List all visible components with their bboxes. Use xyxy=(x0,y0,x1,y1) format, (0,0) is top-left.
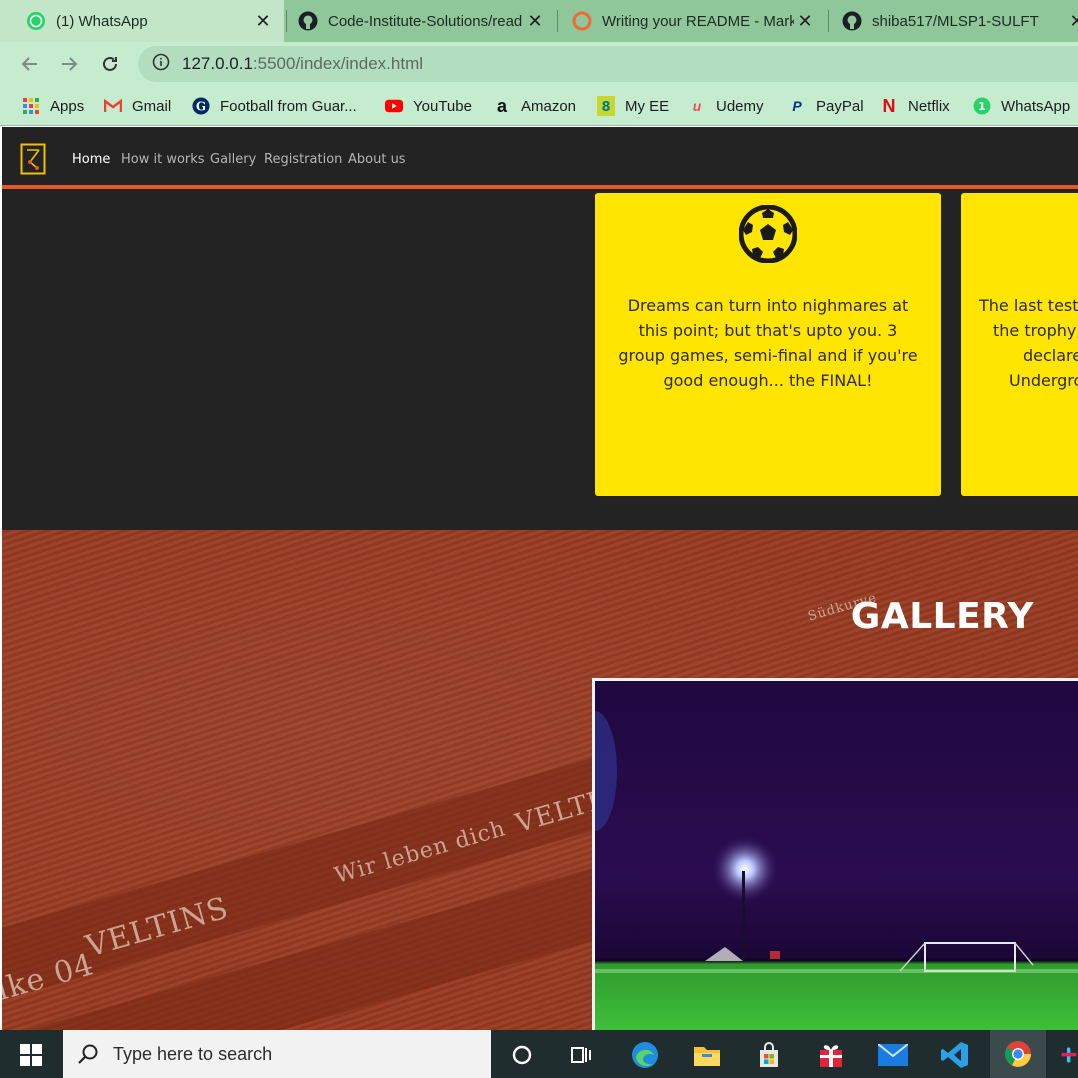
bookmark-guardian[interactable]: G Football from Guar... xyxy=(192,94,357,118)
cortana-icon[interactable] xyxy=(507,1040,537,1070)
bookmark-gmail[interactable]: Gmail xyxy=(104,94,171,118)
bookmark-label: Amazon xyxy=(521,97,577,115)
svg-text:G: G xyxy=(196,100,206,114)
site-logo-icon[interactable] xyxy=(20,143,46,175)
nav-about-us[interactable]: About us xyxy=(348,152,406,167)
bookmarks-bar: Apps Gmail G Football from Guar... YouTu… xyxy=(0,86,1078,126)
gmail-icon xyxy=(104,97,122,115)
windows-start-icon[interactable] xyxy=(20,1044,42,1066)
site-navbar: Home How it works Gallery Registration A… xyxy=(2,127,1078,189)
close-tab-icon[interactable]: ✕ xyxy=(796,11,814,32)
vscode-icon[interactable] xyxy=(940,1040,970,1070)
guardian-icon: G xyxy=(192,97,210,115)
taskbar-search-box[interactable]: Type here to search xyxy=(63,1030,491,1078)
whatsapp-icon xyxy=(26,11,46,31)
nav-how-it-works[interactable]: How it works xyxy=(121,152,205,167)
svg-text:1: 1 xyxy=(978,100,986,113)
nav-registration[interactable]: Registration xyxy=(264,152,342,167)
udemy-icon: u xyxy=(692,98,702,114)
card-description: The last test. the trophy, declare Under… xyxy=(979,296,1078,390)
file-explorer-icon[interactable] xyxy=(692,1040,722,1070)
back-arrow-icon[interactable] xyxy=(18,52,42,76)
nav-home[interactable]: Home xyxy=(72,152,110,167)
github-icon xyxy=(842,11,862,31)
chrome-taskbar-icon[interactable] xyxy=(990,1030,1046,1078)
edge-browser-icon[interactable] xyxy=(630,1040,660,1070)
site-info-icon[interactable] xyxy=(152,53,170,76)
bookmark-label: Gmail xyxy=(132,97,172,115)
tab-whatsapp[interactable]: (1) WhatsApp ✕ xyxy=(0,0,284,42)
gallery-heading: GALLERY xyxy=(850,596,1034,637)
codeinstitute-icon xyxy=(572,11,592,31)
web-page: Home How it works Gallery Registration A… xyxy=(2,127,1078,1030)
bookmark-label: Football from Guar... xyxy=(220,97,357,115)
ee-icon: 8 xyxy=(597,96,615,116)
tab-shiba-repo[interactable]: shiba517/MLSP1-SULFT ✕ xyxy=(842,0,1078,42)
bookmark-label: WhatsApp xyxy=(1001,97,1071,115)
bookmark-udemy[interactable]: u Udemy xyxy=(688,94,764,118)
bookmark-amazon[interactable]: a Amazon xyxy=(493,94,576,118)
bookmark-apps[interactable]: Apps xyxy=(22,94,84,118)
svg-text:8: 8 xyxy=(601,100,610,115)
close-tab-icon[interactable]: ✕ xyxy=(254,11,272,32)
address-bar[interactable]: 127.0.0.1:5500/index/index.html xyxy=(138,46,1078,82)
bookmark-label: Apps xyxy=(50,97,85,115)
youtube-icon xyxy=(385,97,403,115)
bookmark-youtube[interactable]: YouTube xyxy=(385,94,472,118)
soccer-ball-icon xyxy=(738,204,798,268)
paypal-icon: P xyxy=(792,98,802,114)
tab-writing-readme[interactable]: Writing your README - Markdown ✕ xyxy=(572,0,818,42)
tab-title: (1) WhatsApp xyxy=(56,12,148,30)
netflix-icon: N xyxy=(882,95,896,116)
github-icon xyxy=(298,11,318,31)
bookmark-label: My EE xyxy=(625,97,670,115)
bookmark-label: YouTube xyxy=(413,97,472,115)
stage-card-final: The last test. the trophy, declare Under… xyxy=(961,193,1078,496)
reload-icon[interactable] xyxy=(98,52,122,76)
search-placeholder: Type here to search xyxy=(113,1043,273,1064)
task-view-icon[interactable] xyxy=(566,1040,596,1070)
bookmark-label: Netflix xyxy=(908,97,950,115)
bookmark-whatsapp[interactable]: 1 WhatsApp xyxy=(973,94,1070,118)
tab-title: shiba517/MLSP1-SULFT xyxy=(872,12,1039,30)
card-description: Dreams can turn into nighmares at this p… xyxy=(618,296,918,390)
windows-taskbar: Type here to search xyxy=(0,1030,1078,1078)
gallery-image-night-pitch[interactable] xyxy=(592,678,1078,1030)
amazon-icon: a xyxy=(496,95,507,116)
nav-gallery[interactable]: Gallery xyxy=(210,152,256,167)
browser-toolbar: 127.0.0.1:5500/index/index.html xyxy=(0,42,1078,86)
bookmark-netflix[interactable]: N Netflix xyxy=(880,94,950,118)
apps-grid-icon xyxy=(22,97,40,115)
close-tab-icon[interactable]: ✕ xyxy=(1068,11,1078,32)
bookmark-label: Udemy xyxy=(716,97,764,115)
browser-tab-strip: (1) WhatsApp ✕ Code-Institute-Solutions/… xyxy=(0,0,1078,42)
microsoft-store-icon[interactable] xyxy=(754,1040,784,1070)
slack-icon[interactable] xyxy=(1060,1040,1078,1070)
mail-icon[interactable] xyxy=(878,1040,908,1070)
forward-arrow-icon[interactable] xyxy=(57,52,81,76)
gift-icon[interactable] xyxy=(816,1040,846,1070)
gallery-section: VELTINS Wir leben dich VELTINS lke 04 Sü… xyxy=(2,530,1078,1030)
close-tab-icon[interactable]: ✕ xyxy=(526,11,544,32)
stage-card-finals: Dreams can turn into nighmares at this p… xyxy=(595,193,941,496)
tab-title: Writing your README - Markdown xyxy=(602,12,794,30)
bookmark-label: PayPal xyxy=(816,97,864,115)
url-text: 127.0.0.1:5500/index/index.html xyxy=(182,54,424,73)
bookmark-myee[interactable]: 8 My EE xyxy=(597,94,669,118)
tab-code-institute-readme[interactable]: Code-Institute-Solutions/readme ✕ xyxy=(298,0,548,42)
search-icon xyxy=(77,1043,99,1065)
whatsapp-icon: 1 xyxy=(973,97,991,115)
bookmark-paypal[interactable]: P PayPal xyxy=(788,94,864,118)
tab-title: Code-Institute-Solutions/readme xyxy=(328,12,522,30)
